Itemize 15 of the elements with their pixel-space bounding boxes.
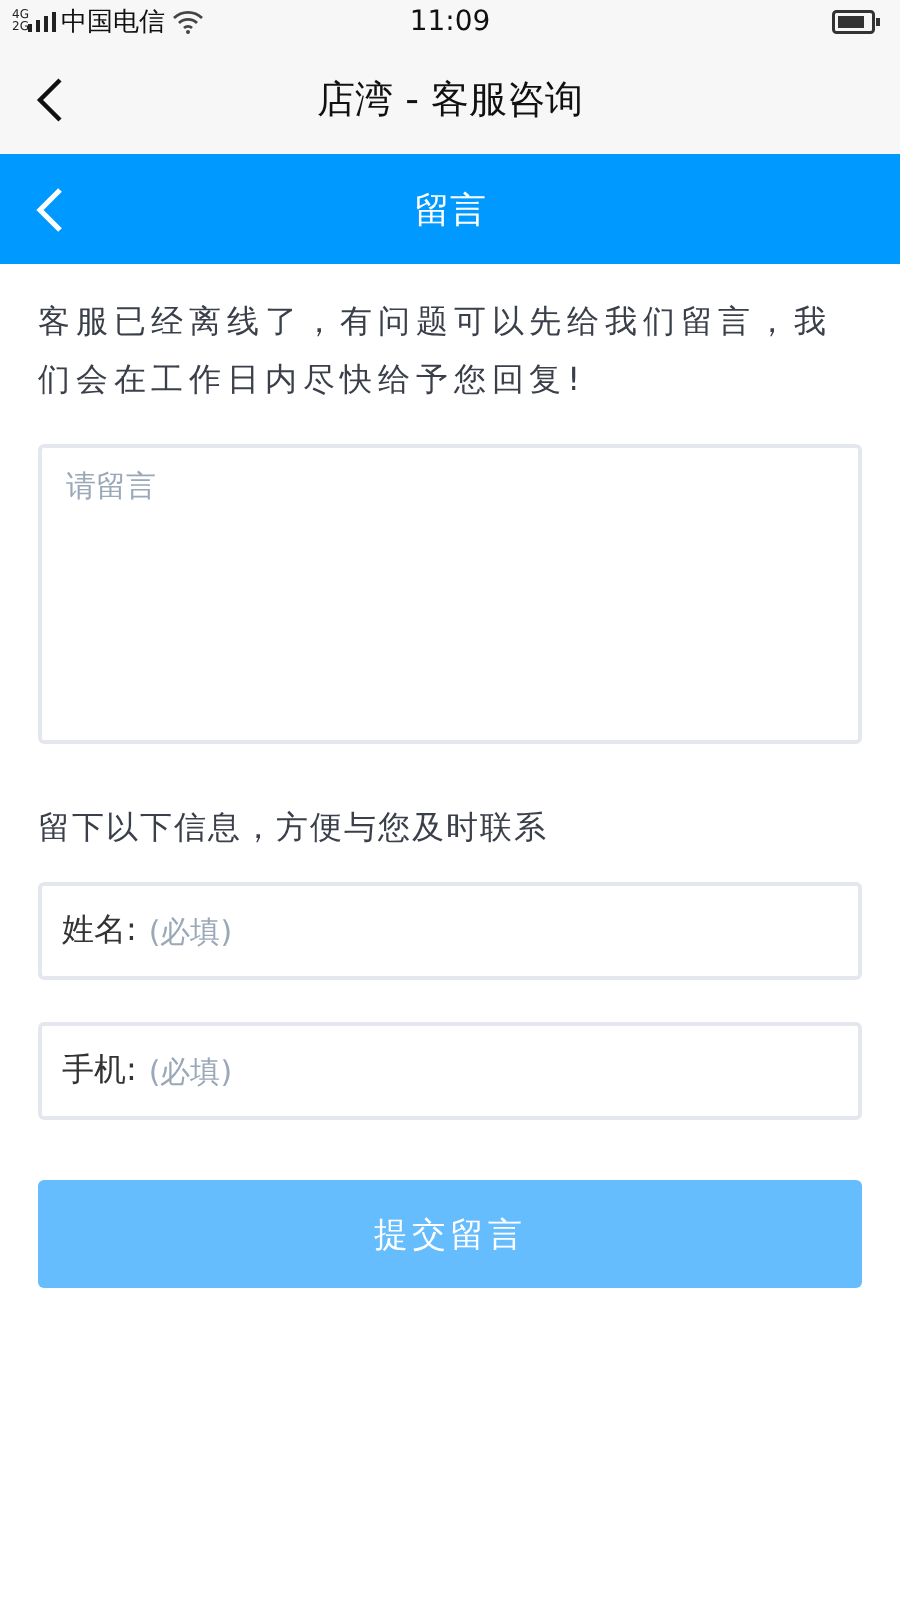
- header-title: 留言: [414, 187, 486, 233]
- carrier-name: 中国电信: [60, 6, 165, 40]
- wifi-icon: [172, 10, 205, 34]
- clock-time: 11:09: [409, 6, 491, 38]
- back-icon[interactable]: [36, 75, 64, 123]
- battery-icon: [832, 10, 880, 34]
- signal-icon: [28, 12, 57, 32]
- field-label: 手机:: [62, 1050, 137, 1092]
- contact-hint: 留下以下信息，方便与您及时联系: [38, 808, 550, 850]
- contact-field[interactable]: 姓名: (必填): [38, 882, 862, 980]
- message-field[interactable]: 请留言: [38, 444, 862, 744]
- contact-field[interactable]: 手机: (必填): [38, 1022, 862, 1120]
- field-label: 姓名:: [62, 910, 137, 952]
- page-title: 店湾 - 客服咨询: [317, 75, 583, 125]
- offline-notice: 客服已经离线了，有问题可以先给我们留言，我们会在工作日内尽快给予您回复!: [38, 300, 834, 402]
